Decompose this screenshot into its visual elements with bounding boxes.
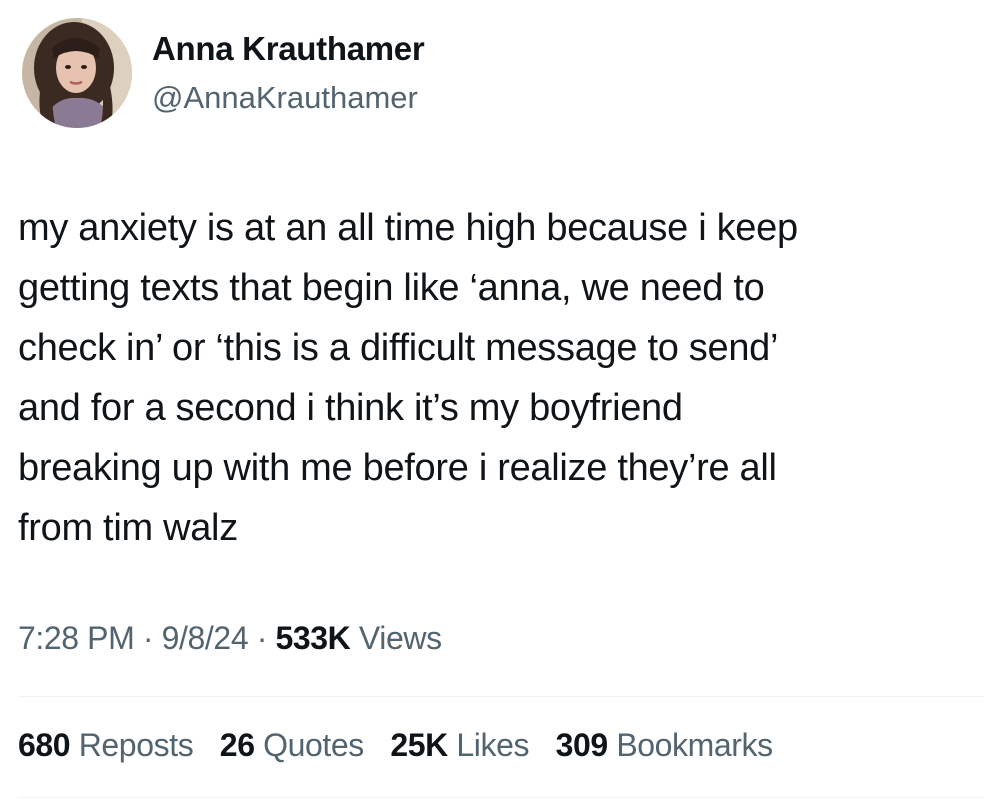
reposts-stat[interactable]: 680 Reposts	[18, 727, 194, 763]
quotes-stat[interactable]: 26 Quotes	[220, 727, 364, 763]
bookmarks-count: 309	[555, 727, 609, 763]
timestamp-date[interactable]: 9/8/24	[162, 620, 249, 656]
tweet-card: Anna Krauthamer @AnnaKrauthamer my anxie…	[0, 0, 998, 806]
display-name[interactable]: Anna Krauthamer	[152, 30, 425, 68]
reposts-count: 680	[18, 727, 71, 763]
avatar[interactable]	[22, 18, 132, 128]
bookmarks-stat[interactable]: 309 Bookmarks	[555, 727, 774, 763]
meta-separator: ·	[256, 620, 268, 656]
bookmarks-label: Bookmarks	[616, 727, 773, 763]
quotes-count: 26	[219, 727, 255, 763]
quotes-label: Quotes	[263, 727, 364, 763]
divider	[18, 696, 984, 697]
engagement-stats: 680 Reposts 26 Quotes 25K Likes 309 Book…	[18, 727, 791, 764]
tweet-text: my anxiety is at an all time high becaus…	[18, 207, 798, 549]
user-handle[interactable]: @AnnaKrauthamer	[152, 80, 418, 116]
views-label: Views	[358, 620, 442, 656]
timestamp-time[interactable]: 7:28 PM	[18, 620, 135, 656]
reposts-label: Reposts	[78, 727, 194, 763]
likes-label: Likes	[456, 727, 530, 763]
views-count: 533K	[275, 620, 351, 656]
tweet-meta: 7:28 PM · 9/8/24 · 533K Views	[18, 620, 442, 657]
divider	[18, 797, 984, 798]
profile-photo-icon	[22, 18, 132, 128]
likes-count: 25K	[390, 727, 448, 763]
meta-separator: ·	[142, 620, 154, 656]
likes-stat[interactable]: 25K Likes	[390, 727, 529, 763]
